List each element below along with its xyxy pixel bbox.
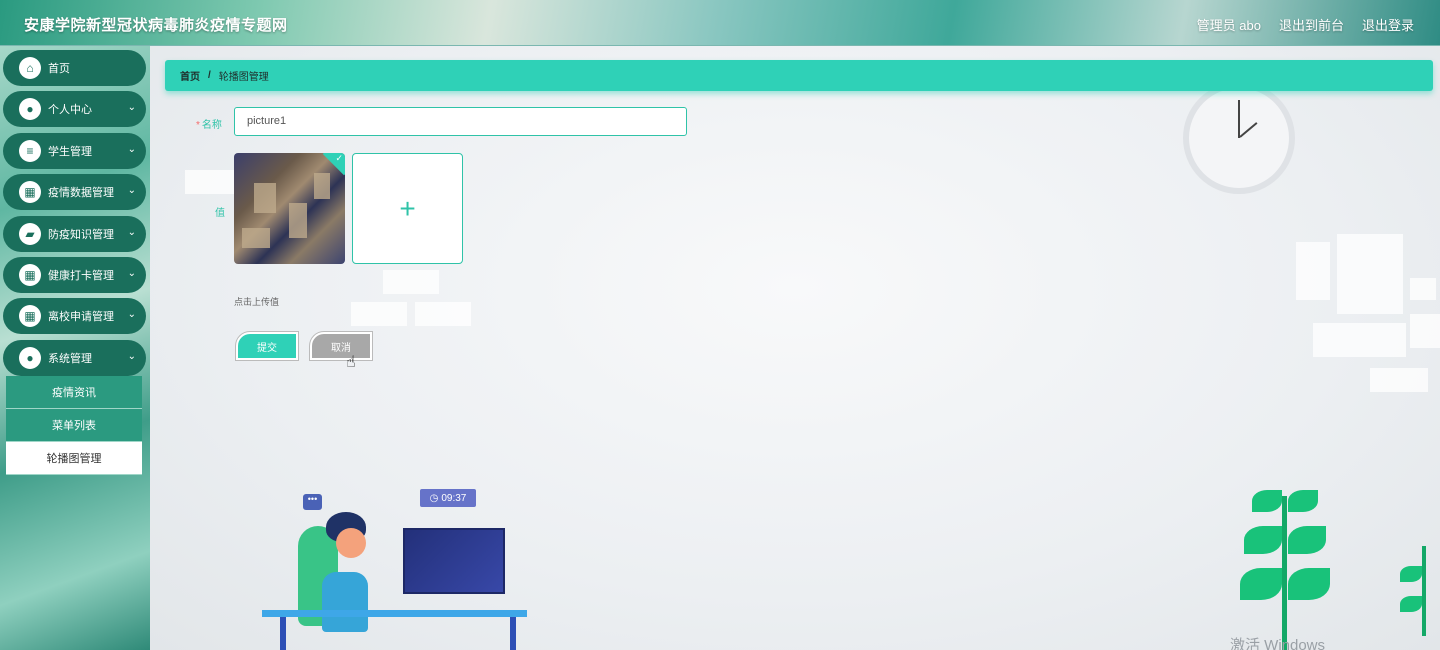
name-input[interactable]: picture1 bbox=[234, 107, 687, 136]
decor-block bbox=[383, 270, 439, 294]
sidebar-item-leave-application[interactable]: ▦ 离校申请管理 ⌄ bbox=[3, 298, 146, 334]
chevron-down-icon: ⌄ bbox=[127, 227, 136, 238]
decor-block bbox=[1410, 314, 1440, 348]
submit-button[interactable]: 提交 bbox=[236, 332, 298, 360]
sidebar: ⌂ 首页 ● 个人中心 ⌄ ≡ 学生管理 ⌄ ▦ 疫情数据管理 ⌄ ▰ 防疫知识… bbox=[0, 46, 150, 650]
sidebar-item-label: 系统管理 bbox=[48, 353, 92, 365]
desk-leg bbox=[510, 617, 516, 650]
sidebar-item-label: 个人中心 bbox=[48, 104, 92, 116]
breadcrumb-separator: / bbox=[208, 70, 211, 81]
clock-hand bbox=[1238, 100, 1240, 138]
plant-stem bbox=[1282, 496, 1287, 650]
uploaded-image-thumbnail[interactable]: ✓ bbox=[234, 153, 345, 264]
sidebar-item-label: 离校申请管理 bbox=[48, 311, 114, 323]
sidebar-item-prevention-knowledge[interactable]: ▰ 防疫知识管理 ⌄ bbox=[3, 216, 146, 252]
decor-block bbox=[1410, 278, 1436, 300]
bulb-icon: ● bbox=[19, 347, 41, 369]
illustration-time-badge: ◷ 09:37 bbox=[420, 489, 476, 507]
user-icon: ● bbox=[19, 98, 41, 120]
sliders-icon: ≡ bbox=[19, 140, 41, 162]
sidebar-item-student-management[interactable]: ≡ 学生管理 ⌄ bbox=[3, 133, 146, 169]
check-icon: ✓ bbox=[335, 153, 343, 163]
plant-leaf bbox=[1252, 490, 1282, 512]
top-header: 安康学院新型冠状病毒肺炎疫情专题网 管理员 abo 退出到前台 退出登录 bbox=[0, 0, 1440, 46]
person-head-illustration bbox=[336, 528, 366, 558]
chat-bubble-icon: ••• bbox=[303, 494, 322, 510]
chevron-up-icon: ⌄ bbox=[127, 351, 136, 362]
desk-leg bbox=[280, 617, 286, 650]
wall-clock-illustration bbox=[1183, 82, 1295, 194]
sidebar-item-personal-center[interactable]: ● 个人中心 ⌄ bbox=[3, 91, 146, 127]
clock-icon: ◷ bbox=[429, 492, 439, 504]
monitor-illustration bbox=[403, 528, 505, 594]
decor-block bbox=[415, 302, 471, 326]
app-title: 安康学院新型冠状病毒肺炎疫情专题网 bbox=[24, 17, 288, 34]
plant-leaf bbox=[1244, 526, 1282, 554]
decor-block bbox=[185, 170, 235, 194]
upload-hint: 点击上传值 bbox=[234, 297, 280, 307]
plant-stem bbox=[1422, 546, 1426, 636]
image-detail bbox=[314, 173, 330, 199]
required-mark: * bbox=[196, 120, 200, 131]
main-content: 首页 / 轮播图管理 * 名称 picture1 值 ✓ + 点击上传值 提交 取… bbox=[150, 46, 1440, 650]
submenu-item-epidemic-news[interactable]: 疫情资讯 bbox=[6, 376, 142, 409]
chevron-down-icon: ⌄ bbox=[127, 268, 136, 279]
chevron-down-icon: ⌄ bbox=[127, 185, 136, 196]
sidebar-item-label: 疫情数据管理 bbox=[48, 187, 114, 199]
windows-activation-watermark: 激活 Windows bbox=[1230, 637, 1326, 650]
plant-leaf bbox=[1400, 566, 1422, 582]
illustration-time: 09:37 bbox=[441, 492, 467, 504]
decor-block bbox=[1296, 242, 1330, 300]
decor-block bbox=[1337, 234, 1403, 314]
submenu-item-menu-list[interactable]: 菜单列表 bbox=[6, 409, 142, 442]
name-label-text: 名称 bbox=[201, 120, 222, 131]
image-detail bbox=[289, 203, 307, 238]
grid-icon: ▦ bbox=[19, 305, 41, 327]
chevron-down-icon: ⌄ bbox=[127, 102, 136, 113]
value-label: 值 bbox=[215, 208, 225, 219]
sidebar-item-epidemic-data[interactable]: ▦ 疫情数据管理 ⌄ bbox=[3, 174, 146, 210]
breadcrumb: 首页 / 轮播图管理 bbox=[165, 60, 1433, 91]
image-upload-button[interactable]: + bbox=[352, 153, 463, 264]
cancel-button[interactable]: 取消 bbox=[310, 332, 372, 360]
submenu-item-carousel-management[interactable]: 轮播图管理 bbox=[6, 442, 142, 475]
image-detail bbox=[242, 228, 270, 248]
plant-leaf bbox=[1288, 568, 1330, 600]
breadcrumb-home[interactable]: 首页 bbox=[180, 68, 200, 83]
admin-user-label: 管理员 abo bbox=[1196, 18, 1261, 33]
person-body-illustration bbox=[322, 572, 368, 632]
sidebar-item-label: 防疫知识管理 bbox=[48, 229, 114, 241]
sidebar-item-health-checkin[interactable]: ▦ 健康打卡管理 ⌄ bbox=[3, 257, 146, 293]
plant-leaf bbox=[1400, 596, 1422, 612]
decor-block bbox=[1370, 368, 1428, 392]
logout-link[interactable]: 退出登录 bbox=[1362, 15, 1414, 34]
decor-block bbox=[351, 302, 407, 326]
plant-leaf bbox=[1288, 526, 1326, 554]
chevron-down-icon: ⌄ bbox=[127, 309, 136, 320]
chevron-down-icon: ⌄ bbox=[127, 144, 136, 155]
name-label: * 名称 bbox=[196, 116, 222, 131]
grid-icon: ▦ bbox=[19, 264, 41, 286]
system-submenu: 疫情资讯 菜单列表 轮播图管理 bbox=[6, 376, 142, 475]
grid-icon: ▦ bbox=[19, 181, 41, 203]
decor-block bbox=[1313, 323, 1406, 357]
sidebar-item-label: 首页 bbox=[48, 63, 70, 75]
image-detail bbox=[254, 183, 276, 213]
wallet-icon: ▰ bbox=[19, 223, 41, 245]
sidebar-item-label: 学生管理 bbox=[48, 146, 92, 158]
home-icon: ⌂ bbox=[19, 57, 41, 79]
back-to-front-link[interactable]: 退出到前台 bbox=[1279, 15, 1344, 34]
clock-hand bbox=[1239, 122, 1258, 138]
sidebar-item-home[interactable]: ⌂ 首页 bbox=[3, 50, 146, 86]
desk-illustration bbox=[262, 610, 527, 617]
plant-leaf bbox=[1240, 568, 1282, 600]
sidebar-item-label: 健康打卡管理 bbox=[48, 270, 114, 282]
hand-cursor-icon: ☝ bbox=[346, 354, 356, 371]
sidebar-item-system-management[interactable]: ● 系统管理 ⌄ bbox=[3, 340, 146, 376]
header-actions: 管理员 abo 退出到前台 退出登录 bbox=[1197, 15, 1414, 34]
breadcrumb-current: 轮播图管理 bbox=[218, 72, 269, 83]
plant-leaf bbox=[1288, 490, 1318, 512]
